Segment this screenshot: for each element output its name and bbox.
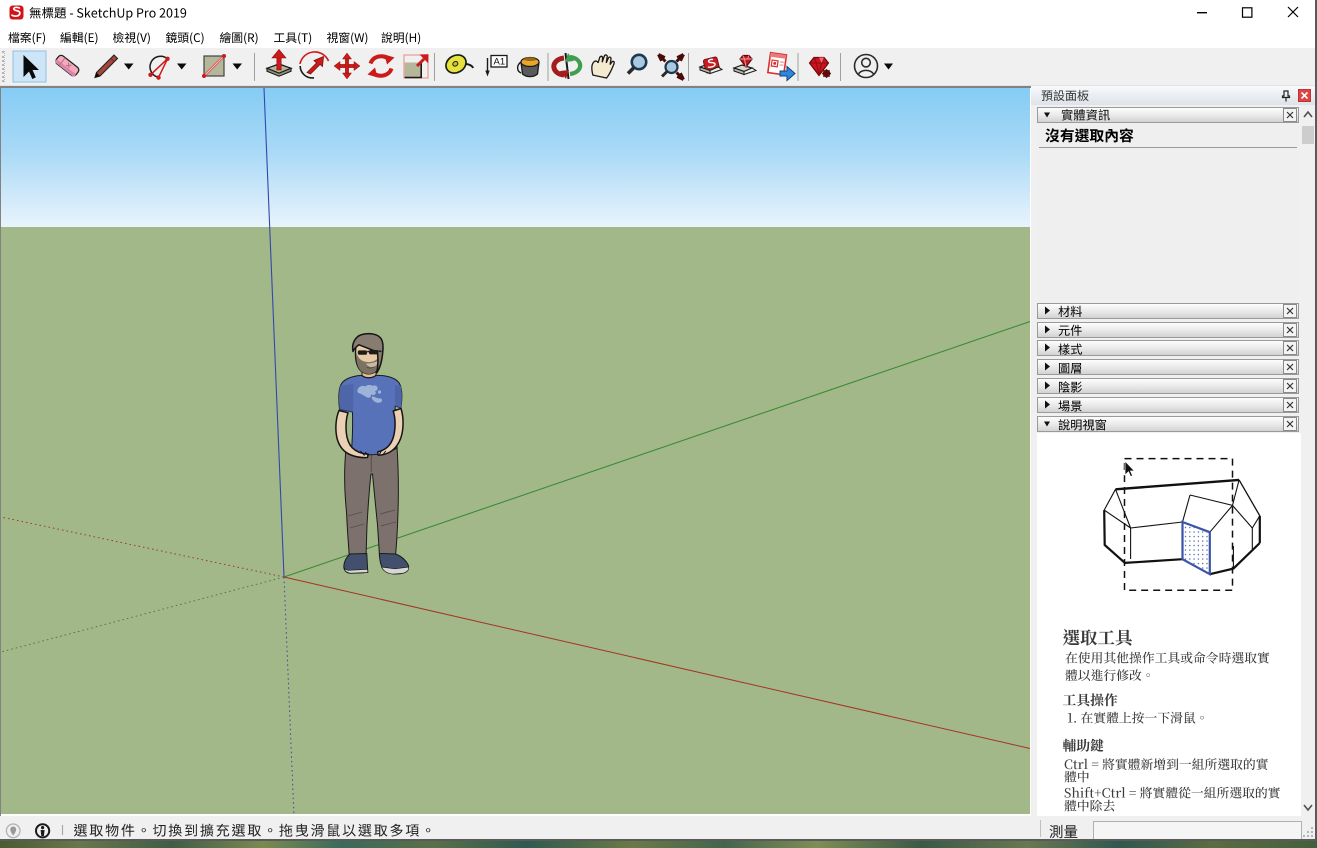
svg-text:A1: A1	[494, 56, 506, 67]
